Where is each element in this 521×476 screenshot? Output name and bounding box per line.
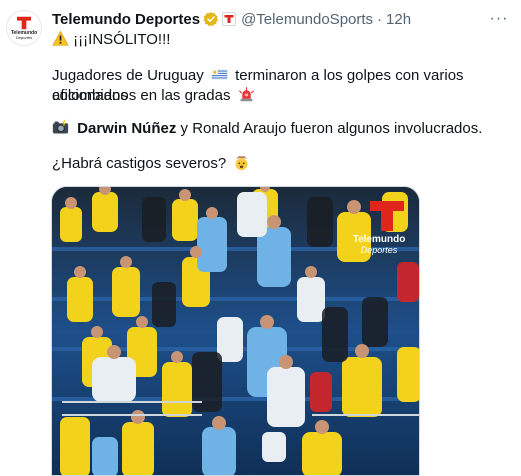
text-segment: colombianos en las gradas	[52, 87, 231, 104]
text-segment: Jugadores de Uruguay	[52, 67, 204, 84]
watermark-subtext: Deportes	[360, 245, 398, 255]
mention-bold: Darwin Núñez	[77, 120, 177, 137]
exploding-head-icon	[235, 156, 248, 171]
avatar[interactable]: Telemundo Deportes	[6, 10, 42, 46]
text-segment: ¿Habrá castigos severos?	[52, 155, 227, 172]
handle[interactable]: @TelemundoSports	[241, 11, 373, 28]
media-watermark: Telemundo Deportes	[349, 234, 409, 256]
camera-flash-icon	[52, 119, 69, 134]
affiliate-badge-icon[interactable]	[222, 12, 237, 26]
headline-text: ¡¡¡INSÓLITO!!!	[73, 31, 171, 48]
display-name[interactable]: Telemundo Deportes	[52, 11, 200, 28]
more-options-icon[interactable]: ···	[489, 9, 509, 29]
telemundo-small-logo-icon	[224, 15, 234, 23]
text-segment: y Ronald Araujo fueron algunos involucra…	[176, 120, 483, 137]
tweet-line-5: ¿Habrá castigos severos?	[52, 154, 250, 174]
police-light-icon	[238, 87, 254, 102]
avatar-wordmark-sub: Deportes	[15, 35, 33, 40]
uruguay-flag-icon	[211, 69, 228, 80]
verified-badge-icon[interactable]	[203, 11, 219, 27]
timestamp[interactable]: 12h	[386, 11, 411, 28]
tweet[interactable]: Telemundo Deportes Telemundo Deportes @T…	[0, 0, 521, 476]
separator-dot: ·	[377, 10, 383, 28]
tweet-line-1: ¡¡¡INSÓLITO!!!	[52, 30, 170, 50]
tweet-line-3: colombianos en las gradas	[52, 86, 255, 106]
tweet-line-4: Darwin Núñez y Ronald Araujo fueron algu…	[52, 119, 482, 139]
tweet-image[interactable]: Telemundo Deportes	[51, 186, 420, 476]
stadium-crowd-photo	[52, 187, 419, 475]
telemundo-logo-icon	[17, 16, 31, 30]
tweet-header: Telemundo Deportes @TelemundoSports · 12…	[52, 10, 411, 28]
watermark-text: Telemundo	[352, 234, 406, 245]
warning-icon	[52, 30, 69, 46]
